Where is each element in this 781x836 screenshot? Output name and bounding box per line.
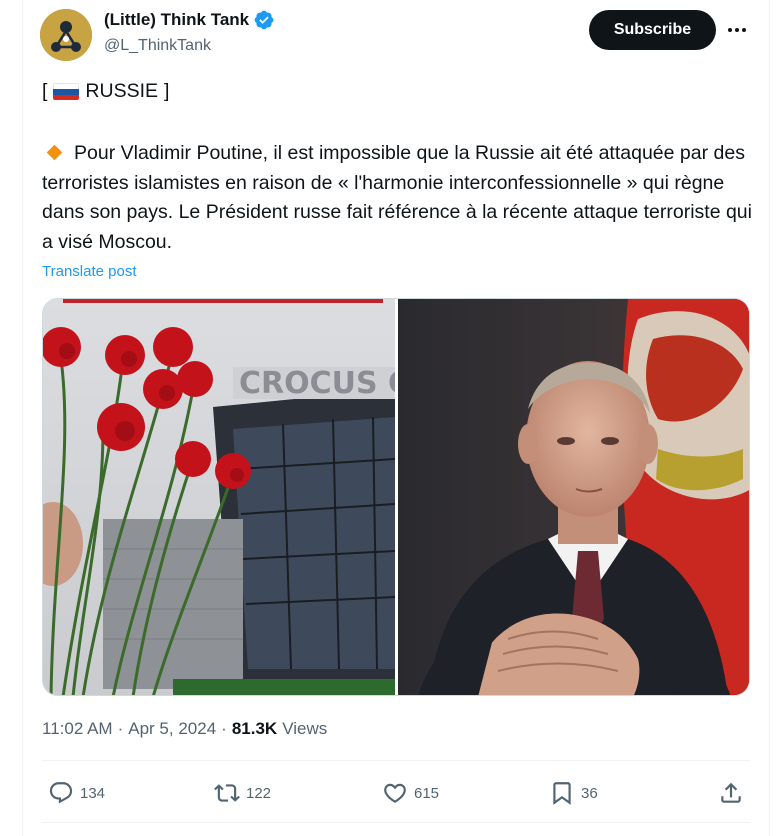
heart-icon xyxy=(384,783,406,803)
author-display-name[interactable]: (Little) Think Tank xyxy=(104,10,249,30)
repost-icon xyxy=(214,784,240,802)
media-image-left[interactable]: CROCUS CI xyxy=(43,299,421,695)
author-name-row[interactable]: (Little) Think Tank xyxy=(104,10,274,30)
tag-close-bracket: ] xyxy=(164,80,170,102)
reply-button[interactable]: 134 xyxy=(48,776,105,810)
author-handle[interactable]: @L_ThinkTank xyxy=(104,37,211,55)
views-label: Views xyxy=(282,719,328,738)
bookmark-count: 36 xyxy=(581,784,598,802)
meta-separator: · xyxy=(117,719,124,738)
divider xyxy=(42,760,750,761)
bookmark-button[interactable]: 36 xyxy=(549,776,598,810)
like-button[interactable]: 615 xyxy=(382,776,439,810)
action-bar: 134 122 615 36 xyxy=(42,776,750,810)
crocus-flowers-image: CROCUS CI xyxy=(43,299,421,695)
post-body: Pour Vladimir Poutine, il est impossible… xyxy=(42,139,762,257)
post-date[interactable]: Apr 5, 2024 xyxy=(128,719,216,739)
divider xyxy=(42,822,750,823)
meta-separator: · xyxy=(221,719,227,738)
crocus-sign-text: CROCUS CI xyxy=(239,366,395,401)
post-timestamp[interactable]: 11:02 AM · Apr 5, 2024 · 81.3K Views xyxy=(42,719,327,739)
verified-badge-icon xyxy=(254,10,274,30)
share-icon xyxy=(721,782,741,803)
post-time[interactable]: 11:02 AM xyxy=(42,719,113,739)
media-grid: CROCUS CI xyxy=(42,298,750,696)
post-text: Pour Vladimir Poutine, il est impossible… xyxy=(42,142,752,253)
repost-button[interactable]: 122 xyxy=(214,776,271,810)
reply-count: 134 xyxy=(80,784,106,802)
post-tag-line: [ RUSSIE ] xyxy=(42,80,169,103)
orange-diamond-icon xyxy=(46,145,63,161)
share-button[interactable] xyxy=(718,776,744,810)
tag-label: RUSSIE xyxy=(85,80,159,102)
more-options-button[interactable] xyxy=(722,18,752,42)
subscribe-button[interactable]: Subscribe xyxy=(589,10,716,50)
russia-flag-icon xyxy=(53,83,80,100)
translate-post-link[interactable]: Translate post xyxy=(42,263,137,280)
ellipsis-icon xyxy=(728,28,746,32)
like-count: 615 xyxy=(414,784,440,802)
putin-portrait-image xyxy=(398,299,749,695)
repost-count: 122 xyxy=(246,784,272,802)
avatar[interactable] xyxy=(40,9,92,61)
think-tank-logo-icon xyxy=(40,9,92,61)
bookmark-icon xyxy=(553,782,571,805)
views-count: 81.3K xyxy=(231,719,278,738)
reply-icon xyxy=(49,782,73,804)
tag-open-bracket: [ xyxy=(42,80,48,102)
media-image-right[interactable] xyxy=(398,299,749,695)
